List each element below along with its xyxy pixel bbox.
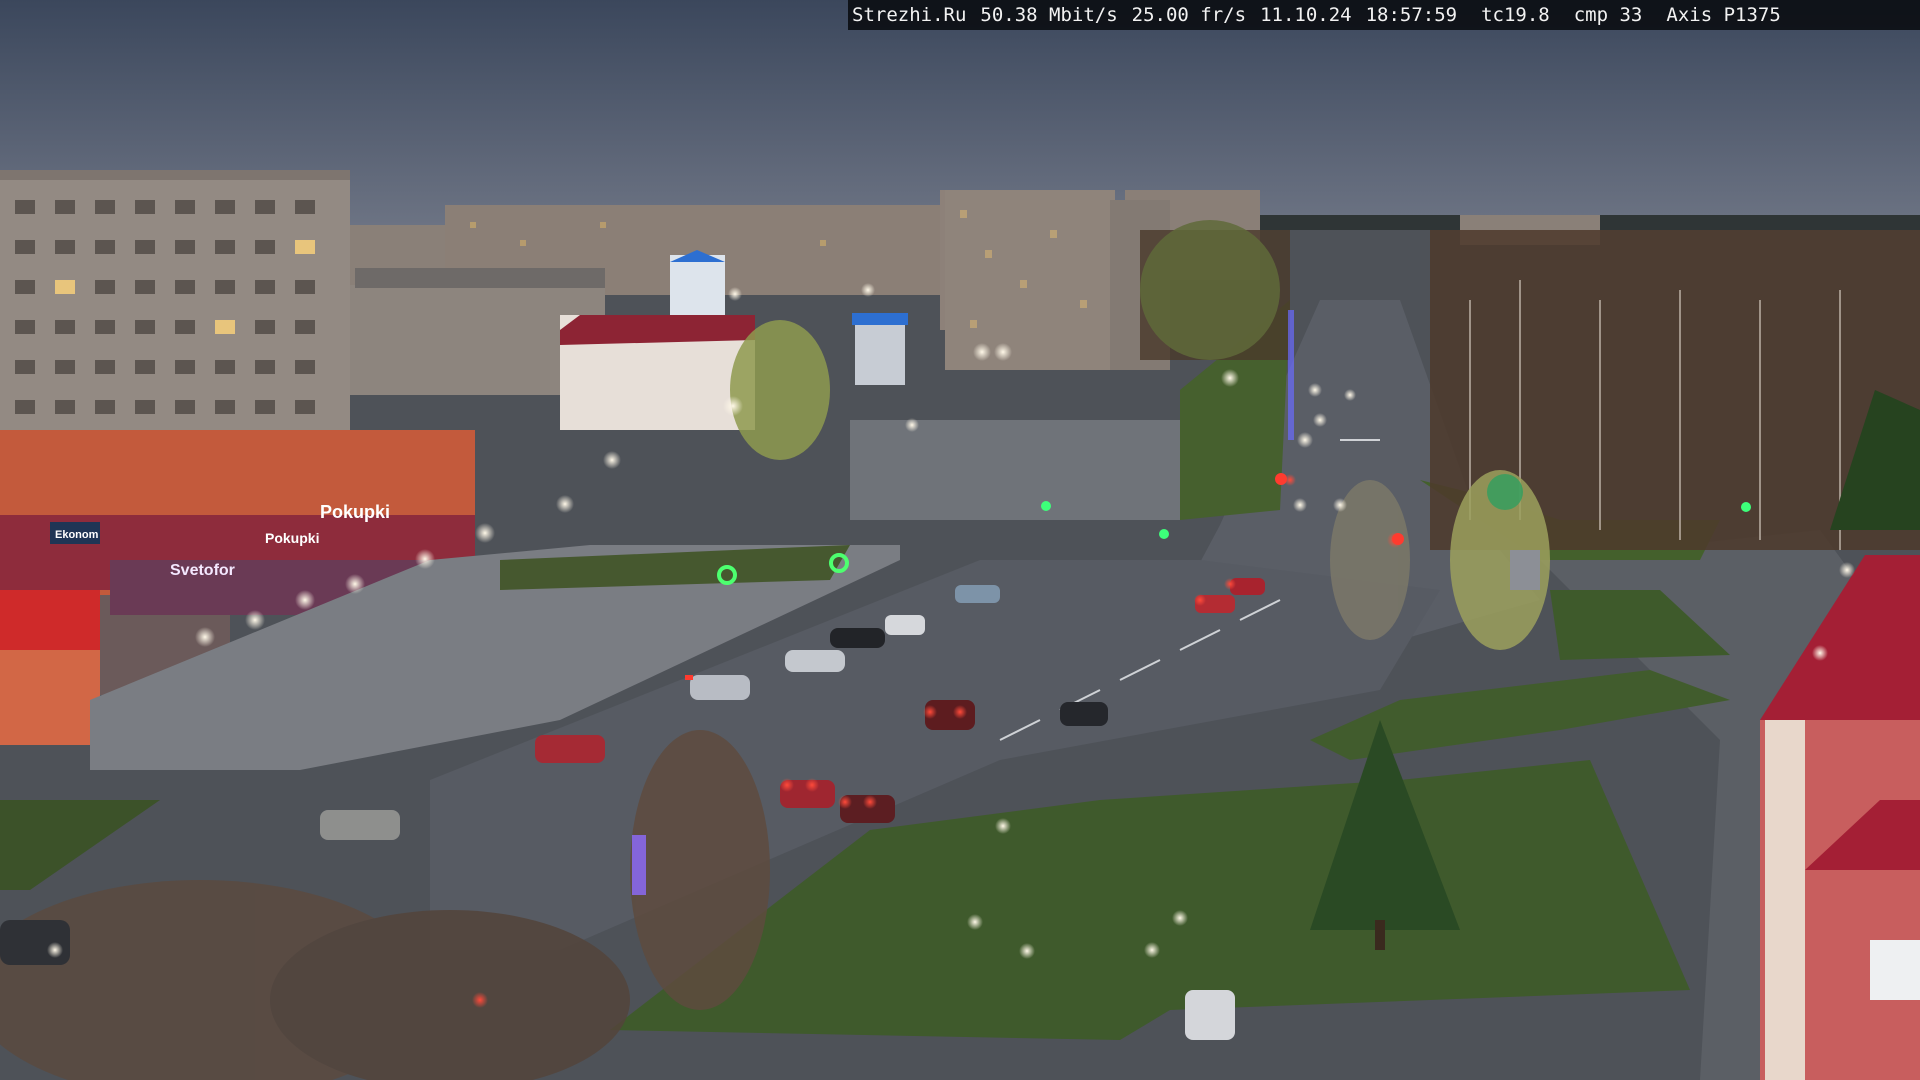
parking-area (850, 420, 1215, 520)
sign-2: Pokupki (265, 530, 319, 546)
sign-3: Pokupki (320, 502, 390, 522)
osd-site: Strezhi.Ru (852, 4, 967, 26)
osd-compression: cmp 33 (1573, 4, 1643, 26)
osd-bitrate: 50.38 Mbit/s (980, 4, 1118, 26)
osd-camera-model: Axis P1375 (1666, 4, 1781, 26)
central-tower (945, 190, 1115, 370)
sign-4: Ekonom (55, 529, 99, 541)
osd-date: 11.10.24 (1260, 4, 1352, 26)
osd-time: 18:57:59 (1365, 4, 1458, 26)
osd-framerate: 25.00 fr/s (1131, 4, 1247, 26)
osd-temperature: tc19.8 (1481, 4, 1550, 26)
monument-base (1510, 550, 1540, 590)
city-street-scene: Svetofor Pokupki Pokupki Ekonom (0, 0, 1920, 1080)
sign-1: Svetofor (170, 562, 235, 579)
camera-osd-overlay: Strezhi.Ru 50.38 Mbit/s 25.00 fr/s 11.10.24… (848, 0, 1920, 30)
camera-view: Svetofor Pokupki Pokupki Ekonom Strezhi.… (0, 0, 1920, 1080)
